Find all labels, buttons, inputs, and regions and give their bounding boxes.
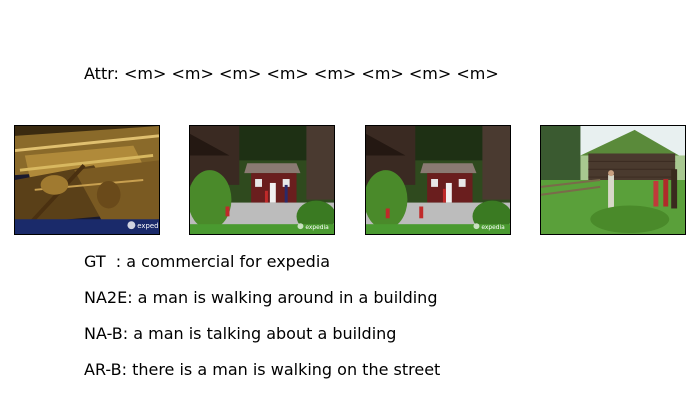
caption-ar-b: AR-B: there is a man is walking on the s… [84, 360, 441, 379]
video-frame-3: expedia [365, 125, 511, 235]
attribute-line: Attr: <m> <m> <m> <m> <m> <m> <m> <m> [84, 64, 499, 83]
red-house-image: expedia [190, 126, 334, 234]
expedia-watermark: expedia [481, 225, 505, 231]
video-frame-4 [540, 125, 686, 235]
video-frame-1: expedia [14, 125, 160, 235]
expedia-watermark: expedia [137, 222, 159, 230]
red-house-image: expedia [366, 126, 510, 234]
caption-gt: GT : a commercial for expedia [84, 252, 331, 271]
caption-na2e: NA2E: a man is walking around in a build… [84, 288, 438, 307]
wooden-ship-image: expedia [15, 126, 159, 234]
caption-na-b: NA-B: a man is talking about a building [84, 324, 397, 343]
grass-roof-cabin-image [541, 126, 685, 234]
expedia-watermark: expedia [305, 225, 329, 231]
video-frame-2: expedia [189, 125, 335, 235]
